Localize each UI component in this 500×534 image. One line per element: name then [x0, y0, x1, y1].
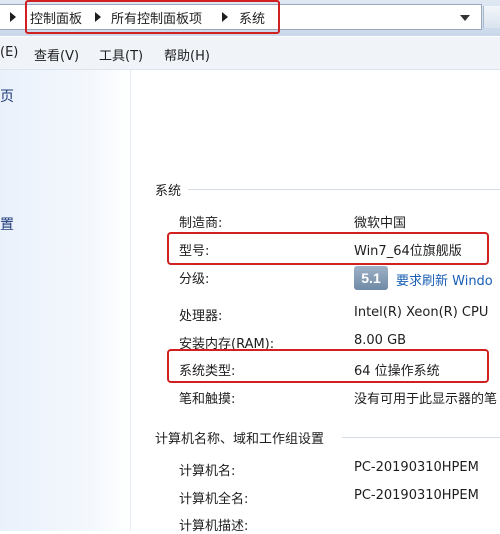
value-full-computer-name: PC-20190310HPEM [354, 488, 479, 503]
value-computer-name: PC-20190310HPEM [354, 460, 479, 475]
value-ram: 8.00 GB [354, 333, 407, 348]
nav-pane: 页 置 [0, 70, 131, 531]
rating-badge: 5.1 [354, 266, 388, 290]
section-divider [188, 189, 500, 190]
highlight-box-model [167, 232, 489, 265]
section-divider [342, 437, 500, 438]
label-manufacturer: 制造商: [179, 216, 223, 231]
menu-bar: (E) 查看(V) 工具(T) 帮助(H) [0, 37, 500, 70]
menu-help[interactable]: 帮助(H) [164, 45, 210, 64]
value-manufacturer: 微软中国 [354, 216, 407, 231]
highlight-box-system-type [167, 349, 489, 383]
section-title-system: 系统 [155, 184, 182, 199]
rating-refresh-link[interactable]: 要求刷新 Windo [396, 270, 493, 289]
menu-edit[interactable]: (E) [0, 45, 18, 60]
refresh-button[interactable] [483, 6, 500, 28]
label-rating: 分级: [179, 272, 210, 287]
menu-view[interactable]: 查看(V) [34, 45, 79, 64]
label-computer-description: 计算机描述: [179, 519, 249, 534]
label-full-computer-name: 计算机全名: [179, 492, 249, 507]
section-title-computer-name: 计算机名称、域和工作组设置 [155, 432, 325, 447]
highlight-box-breadcrumb [25, 0, 280, 34]
nav-item-settings[interactable]: 置 [0, 214, 14, 234]
menu-tools[interactable]: 工具(T) [99, 45, 143, 64]
breadcrumb-arrow-icon[interactable] [10, 12, 16, 22]
address-bar-area: 控制面板 所有控制面板项 系统 [0, 0, 500, 36]
value-processor: Intel(R) Xeon(R) CPU [354, 305, 489, 320]
nav-item-home[interactable]: 页 [0, 86, 14, 106]
label-processor: 处理器: [179, 309, 223, 324]
value-pen-touch: 没有可用于此显示器的笔 [354, 392, 498, 407]
address-dropdown-icon[interactable] [460, 15, 470, 21]
label-computer-name: 计算机名: [179, 464, 236, 479]
label-pen-touch: 笔和触摸: [179, 392, 236, 407]
